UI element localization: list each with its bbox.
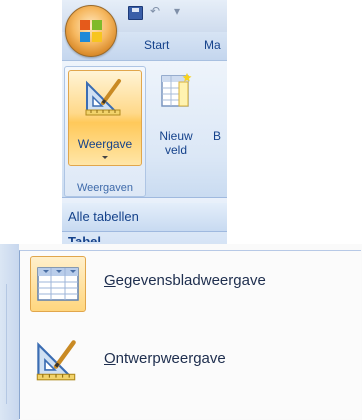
menu-left-strip bbox=[0, 244, 19, 420]
view-button[interactable]: Weergave bbox=[68, 70, 142, 166]
ribbon-crop: ↶ ▾ Start Ma Weergave Weergaven Nieuw ve… bbox=[62, 0, 227, 244]
nav-item-partial[interactable]: Tabel bbox=[68, 234, 101, 242]
design-view-icon bbox=[85, 79, 121, 116]
ribbon-group-area: Weergave Weergaven Nieuw veld B bbox=[62, 60, 227, 198]
navigation-pane-header[interactable]: Alle tabellen bbox=[62, 203, 227, 232]
menu-item-design-view[interactable]: Ontwerpweergave bbox=[30, 334, 350, 390]
next-ribbon-button-partial[interactable]: B bbox=[213, 129, 221, 143]
menu-item-datasheet-view[interactable]: Gegevensbladweergave bbox=[30, 256, 350, 312]
menu-item-label: Ontwerpweergave bbox=[104, 350, 226, 367]
views-group-label: Weergaven bbox=[76, 182, 134, 194]
view-button-label: Weergave bbox=[77, 137, 133, 151]
view-dropdown-menu: Gegevensbladweergave Ontwerpweergave bbox=[0, 244, 362, 420]
menu-item-label: Gegevensbladweergave bbox=[104, 272, 266, 289]
undo-icon[interactable]: ↶ bbox=[150, 4, 160, 18]
tab-start[interactable]: Start bbox=[144, 38, 169, 52]
new-field-button[interactable]: Nieuw veld bbox=[152, 69, 212, 161]
new-field-label-line2: veld bbox=[164, 143, 187, 157]
chevron-down-icon bbox=[102, 156, 108, 159]
views-group: Weergave Weergaven bbox=[64, 66, 146, 197]
tab-ma[interactable]: Ma bbox=[204, 38, 221, 52]
menu-item-label-rest: ntwerpweergave bbox=[115, 350, 226, 367]
new-field-label-line1: Nieuw bbox=[159, 129, 193, 143]
new-field-label: Nieuw veld bbox=[152, 129, 200, 157]
navigation-pane: Alle tabellen Tabel bbox=[62, 197, 227, 244]
office-logo-icon bbox=[80, 20, 102, 42]
datasheet-icon bbox=[37, 267, 79, 301]
quick-access-more-icon[interactable]: ▾ bbox=[174, 4, 180, 18]
design-view-icon bbox=[36, 340, 76, 381]
menu-item-label-rest: egevensbladweergave bbox=[115, 272, 266, 289]
office-button[interactable] bbox=[65, 5, 117, 57]
menu-accelerator: O bbox=[104, 350, 116, 367]
save-icon[interactable] bbox=[128, 6, 143, 20]
menu-accelerator: G bbox=[104, 272, 116, 289]
menu-item-highlight bbox=[30, 256, 86, 312]
navigation-pane-title: Alle tabellen bbox=[68, 209, 139, 224]
new-field-icon bbox=[161, 73, 192, 107]
